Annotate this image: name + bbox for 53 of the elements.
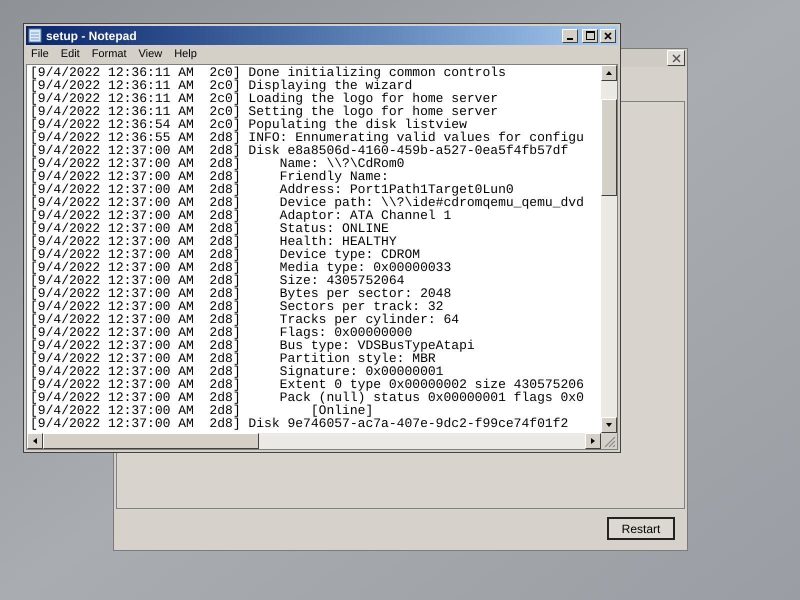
log-line: [9/4/2022 12:37:00 AM 2d8] Disk 9e746057-ac7a-407e-9dc2-f99ce74f01f2 [30,417,568,430]
log-line: [9/4/2022 12:37:00 AM 2d8] Flags: 0x00000000 [30,326,412,339]
log-line: [9/4/2022 12:36:11 AM 2c0] Displaying the wizard [30,79,412,92]
log-line: [9/4/2022 12:37:00 AM 2d8] Tracks per cylinder: 64 [30,313,460,326]
scroll-up-button[interactable] [601,65,617,81]
close-icon [604,32,612,40]
log-line: [9/4/2022 12:37:00 AM 2d8] Media type: 0x00000033 [30,261,452,274]
log-line: [9/4/2022 12:36:11 AM 2c0] Loading the logo for home server [30,92,498,105]
log-line: [9/4/2022 12:36:11 AM 2c0] Done initializing common controls [30,66,506,79]
log-line: [9/4/2022 12:37:00 AM 2d8] Device path: \\?\ide#cdromqemu_qemu_dvd [30,196,584,209]
resize-grip-icon[interactable] [601,433,617,449]
notepad-icon [28,28,42,43]
menu-item[interactable]: Help [169,46,202,63]
log-line: [9/4/2022 12:37:00 AM 2d8] Adaptor: ATA Channel 1 [30,209,452,222]
scroll-thumb[interactable] [601,99,617,196]
log-line: [9/4/2022 12:36:55 AM 2d8] INFO: Ennumerating valid values for configu [30,131,584,144]
log-line: [9/4/2022 12:37:00 AM 2d8] Friendly Name: [30,170,389,183]
menu-item[interactable]: Format [86,46,132,63]
log-line: [9/4/2022 12:37:00 AM 2d8] Bus type: VDSBusTypeAtapi [30,339,475,352]
scroll-thumb[interactable] [43,433,259,449]
log-line: [9/4/2022 12:37:00 AM 2d8] Name: \\?\CdRom0 [30,157,404,170]
log-line: [9/4/2022 12:37:00 AM 2d8] Address: Port1Path1Target0Lun0 [30,183,514,196]
log-line: [9/4/2022 12:37:00 AM 2d8] Partition style: MBR [30,352,436,365]
log-line: [9/4/2022 12:36:54 AM 2c0] Populating the disk listview [30,118,467,131]
close-button[interactable] [667,50,685,66]
close-button[interactable] [600,28,616,42]
menu-item[interactable]: Edit [56,46,85,63]
log-line: [9/4/2022 12:37:00 AM 2d8] Health: HEALTHY [30,235,397,248]
minimize-button[interactable] [562,28,578,42]
maximize-icon [586,31,594,40]
menu-item[interactable]: File [26,46,54,63]
log-line: [9/4/2022 12:37:00 AM 2d8] [Online] [30,404,374,417]
scroll-left-button[interactable] [27,433,43,449]
scroll-down-button[interactable] [601,417,617,433]
scroll-right-button[interactable] [585,433,601,449]
log-line: [9/4/2022 12:37:00 AM 2d8] Signature: 0x00000001 [30,365,444,378]
log-line: [9/4/2022 12:37:00 AM 2d8] Bytes per sector: 2048 [30,287,452,300]
log-line: [9/4/2022 12:37:00 AM 2d8] Pack (null) status 0x00000001 flags 0x0 [30,391,584,404]
restart-button[interactable]: Restart [607,517,675,540]
log-line: [9/4/2022 12:37:00 AM 2d8] Size: 4305752064 [30,274,404,287]
log-line: [9/4/2022 12:37:00 AM 2d8] Status: ONLINE [30,222,389,235]
window-title: setup - Notepad [46,28,137,44]
log-line: [9/4/2022 12:37:00 AM 2d8] Sectors per track: 32 [30,300,444,313]
triangle-arrow-icon [605,69,613,77]
maximize-button[interactable] [582,28,598,42]
log-line: [9/4/2022 12:37:00 AM 2d8] Extent 0 type 0x00000002 size 430575206 [30,378,584,391]
log-line: [9/4/2022 12:37:00 AM 2d8] Device type: CDROM [30,248,420,261]
minimize-icon [567,38,573,40]
menu-item[interactable]: View [134,46,168,63]
triangle-arrow-icon [31,437,39,445]
log-line: [9/4/2022 12:37:00 AM 2d8] Disk e8a8506d-4160-459b-a527-0ea5f4fb57df [30,144,568,157]
log-line: [9/4/2022 12:36:11 AM 2c0] Setting the logo for home server [30,105,498,118]
close-icon [672,54,680,62]
